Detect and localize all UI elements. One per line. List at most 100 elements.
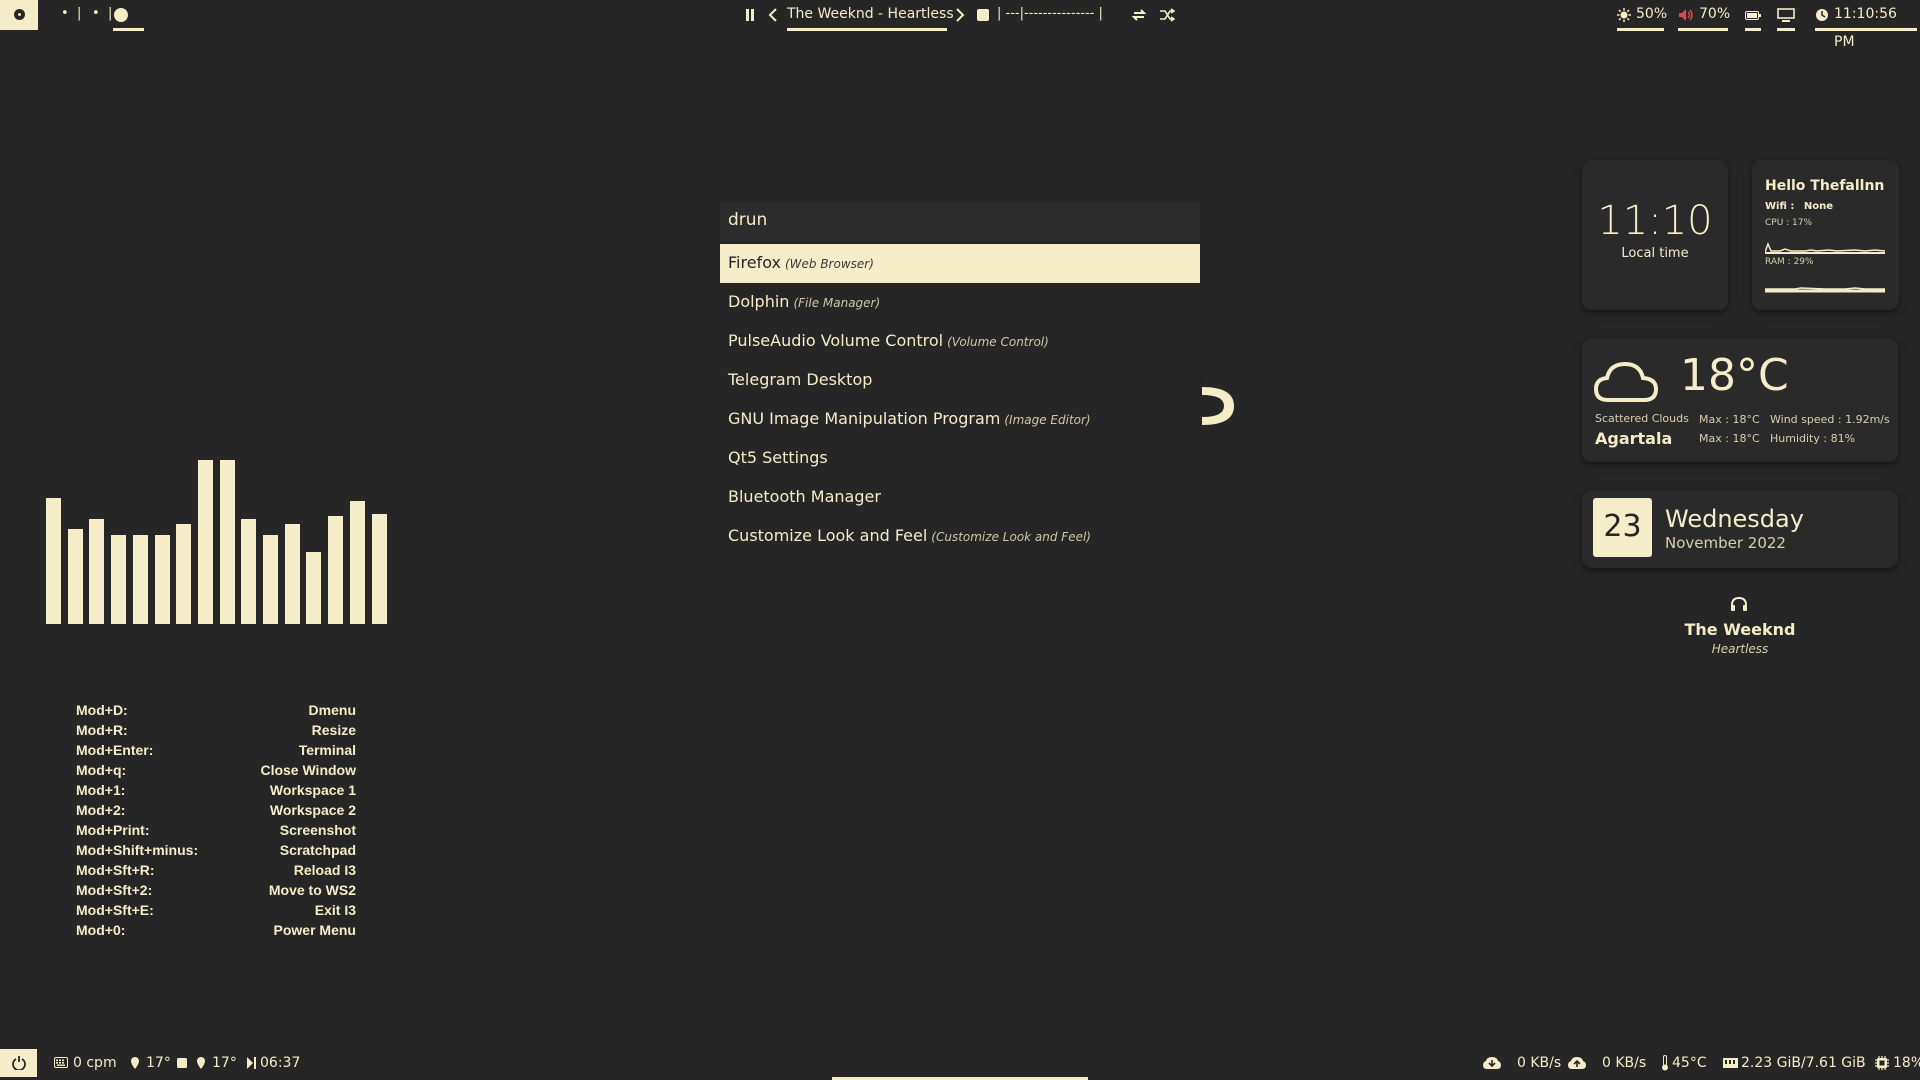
workspace-2-button[interactable]: • (92, 0, 100, 30)
visualizer-bar (89, 519, 104, 624)
keybinding-row: Mod+Sft+R: Reload I3 (76, 862, 356, 882)
brightness-underline (1617, 28, 1664, 31)
visualizer-bar (241, 519, 256, 624)
workspace-1-button[interactable]: • (61, 0, 69, 30)
visualizer-bar (155, 535, 170, 624)
battery-icon[interactable] (1745, 9, 1761, 21)
launcher-entry[interactable]: Customize Look and Feel (Customize Look a… (720, 517, 1200, 556)
keybinding-key: Mod+R: (76, 722, 128, 738)
workspace-separator: | (77, 6, 82, 21)
launcher-entry-description: (File Manager) (793, 296, 881, 310)
app-launcher: drun Firefox (Web Browser) Dolphin (File Ma… (720, 202, 1200, 558)
volume-icon (1679, 9, 1693, 21)
keybinding-key: Mod+Sft+2: (76, 882, 153, 898)
clock-widget: 11:10 Local time (1582, 160, 1728, 310)
launcher-entry[interactable]: Qt5 Settings (720, 439, 1200, 478)
keybinding-action: Power Menu (273, 922, 356, 938)
prev-icon[interactable] (768, 8, 778, 22)
launcher-entry-name: Bluetooth Manager (728, 487, 885, 506)
launcher-prompt[interactable]: drun (720, 202, 1200, 241)
visualizer-bar (328, 516, 343, 624)
launcher-entry[interactable]: Dolphin (File Manager) (720, 283, 1200, 322)
brightness-icon (1617, 8, 1631, 22)
visualizer-bar (111, 535, 126, 624)
launcher-entry-name: PulseAudio Volume Control (Volume Control… (728, 331, 1049, 350)
keybinding-key: Mod+Enter: (76, 742, 154, 758)
cpu-icon (1875, 1056, 1889, 1070)
launcher-entry-title: Customize Look and Feel (728, 526, 928, 545)
next-icon[interactable] (955, 8, 965, 22)
workspace-current-button[interactable] (114, 8, 128, 22)
visualizer-bar (46, 498, 61, 624)
clock-widget-time: 11:10 (1597, 198, 1713, 244)
weather-max-1: Max : 18°C (1699, 413, 1760, 426)
launcher-entry[interactable]: PulseAudio Volume Control (Volume Control… (720, 322, 1200, 361)
menu-button[interactable] (0, 0, 38, 30)
display-icon[interactable] (1777, 8, 1795, 22)
battery-underline (1745, 28, 1761, 31)
keybinding-action: Workspace 2 (269, 802, 356, 818)
keybinding-key: Mod+2: (76, 802, 126, 818)
clock-value[interactable]: 11:10:56 PM (1834, 0, 1920, 50)
cpu-usage-label: CPU : 17% (1765, 218, 1813, 228)
launcher-entry-name: GNU Image Manipulation Program (Image Edi… (728, 409, 1091, 428)
media-track-title[interactable]: The Weeknd - Heartless (787, 0, 954, 30)
keybinding-row: Mod+Sft+2: Move to WS2 (76, 882, 356, 902)
music-title: Heartless (1711, 642, 1769, 656)
launcher-entry[interactable]: Telegram Desktop (720, 361, 1200, 400)
keybinding-row: Mod+D: Dmenu (76, 702, 356, 722)
music-artist: The Weeknd (1684, 620, 1796, 639)
power-button[interactable] (0, 1049, 37, 1077)
temperature-2: 17° (212, 1055, 237, 1071)
launcher-entry-title: Dolphin (728, 292, 790, 311)
launcher-entry[interactable]: GNU Image Manipulation Program (Image Edi… (720, 400, 1200, 439)
repeat-icon[interactable] (1131, 8, 1147, 22)
volume-value[interactable]: 70% (1699, 0, 1730, 30)
cloud-icon (1594, 361, 1658, 402)
typing-speed: 0 cpm (73, 1055, 117, 1071)
visualizer-bar (263, 535, 278, 624)
launcher-entry[interactable]: Bluetooth Manager (720, 478, 1200, 517)
clock-underline (1815, 28, 1917, 31)
play-pause-icon (247, 1057, 256, 1069)
visualizer-bar (372, 514, 387, 624)
launcher-entry-name: Firefox (Web Browser) (728, 253, 874, 272)
wifi-label: Wifi : (1765, 201, 1795, 212)
keybinding-row: Mod+Print: Screenshot (76, 822, 356, 842)
launcher-entry[interactable]: Firefox (Web Browser) (720, 244, 1200, 283)
keybinding-action: Move to WS2 (268, 882, 356, 898)
launcher-entry-title: Telegram Desktop (728, 370, 873, 389)
square-icon (177, 1058, 187, 1068)
system-greeting: Hello Thefallnn (1765, 178, 1885, 194)
keybinding-row: Mod+2: Workspace 2 (76, 802, 356, 822)
keybinding-row: Mod+R: Resize (76, 722, 356, 742)
keybinding-action: Exit I3 (314, 902, 356, 918)
visualizer-bar (68, 529, 83, 624)
display-underline (1777, 28, 1795, 31)
keybinding-key: Mod+Sft+E: (76, 902, 154, 918)
temperature-1: 17° (146, 1055, 171, 1071)
memory-usage: 2.23 GiB/7.61 GiB (1741, 1055, 1866, 1071)
media-progress[interactable]: | ---|--------------- | (997, 0, 1103, 30)
media-title-underline (787, 28, 947, 31)
stop-icon[interactable] (977, 9, 989, 21)
keybinding-key: Mod+q: (76, 762, 127, 778)
power-icon (12, 1056, 26, 1070)
launcher-entry-title: PulseAudio Volume Control (728, 331, 944, 350)
launcher-entry-title: Firefox (728, 253, 781, 272)
weather-condition: Scattered Clouds (1595, 412, 1689, 425)
launcher-mode: drun (728, 210, 768, 230)
keybinding-key: Mod+1: (76, 782, 126, 798)
visualizer-bar (133, 535, 148, 624)
weather-widget: 18°C Scattered Clouds Agartala Max : 18°… (1582, 338, 1898, 462)
shuffle-icon[interactable] (1159, 8, 1175, 22)
memory-icon (1723, 1058, 1738, 1068)
workspace-current-underline (113, 28, 144, 31)
wifi-status: Wifi : None (1765, 201, 1833, 212)
brightness-value[interactable]: 50% (1636, 0, 1667, 30)
visualizer-bar (198, 460, 213, 624)
clock-widget-label: Local time (1621, 246, 1689, 261)
pause-icon[interactable] (745, 9, 755, 21)
temperature-icon (131, 1057, 139, 1069)
date-month-year: November 2022 (1665, 534, 1786, 552)
